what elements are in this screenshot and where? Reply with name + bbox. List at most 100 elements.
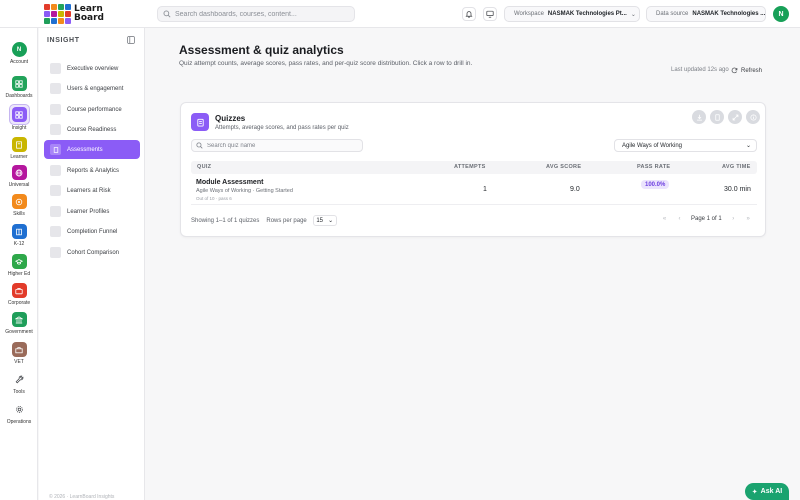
last-page-icon[interactable]: » xyxy=(745,214,752,223)
chevron-down-icon: ⌄ xyxy=(328,218,334,224)
sidebar-footer: © 2026 · LearnBoard Insights xyxy=(49,494,115,500)
sidebar-item-assessments[interactable]: Assessments xyxy=(44,140,140,159)
pagination: « ‹ Page 1 of 1 › » xyxy=(661,214,752,223)
sidebar-item-label: Course Readiness xyxy=(67,126,117,133)
export-button[interactable] xyxy=(710,110,724,124)
global-search-input[interactable] xyxy=(175,10,345,18)
last-updated: Last updated 12s ago xyxy=(671,67,729,73)
workspace-label: Workspace xyxy=(514,11,544,17)
rail-item-k12[interactable]: K-12 xyxy=(0,224,38,247)
sidebar-heading: INSIGHT xyxy=(47,37,80,44)
next-page-icon[interactable]: › xyxy=(730,214,737,223)
rail-item-operations[interactable]: Operations xyxy=(0,402,38,425)
datasource-selector[interactable]: Data source NASMAK Technologies ... xyxy=(646,6,766,22)
rail-item-government[interactable]: Government xyxy=(0,312,38,335)
first-page-icon[interactable]: « xyxy=(661,214,668,223)
monitor-icon xyxy=(486,10,494,18)
pass-rate-badge: 100.0% xyxy=(641,180,670,189)
display-button[interactable] xyxy=(483,7,497,21)
expand-button[interactable] xyxy=(728,110,742,124)
grad-cap-icon xyxy=(11,254,27,269)
report-icon xyxy=(50,165,61,176)
col-attempts[interactable]: ATTEMPTS xyxy=(454,164,486,170)
avg-time-value: 30.0 min xyxy=(724,186,751,193)
quiz-name: Module Assessment xyxy=(196,179,264,186)
rail-item-vet[interactable]: VET xyxy=(0,342,38,365)
sidebar-item-learners-at-risk[interactable]: Learners at Risk xyxy=(44,181,140,200)
sidebar-item-reports-analytics[interactable]: Reports & Analytics xyxy=(44,161,140,180)
rail-label: Dashboards xyxy=(5,93,33,99)
rail-item-learner[interactable]: Learner xyxy=(0,137,38,160)
sidebar-item-executive-overview[interactable]: Executive overview xyxy=(44,59,140,78)
ask-ai-label: Ask AI xyxy=(760,488,783,495)
rows-per-page-select[interactable]: 15 ⌄ xyxy=(312,215,337,226)
chevron-down-icon: ⌄ xyxy=(630,11,636,18)
collapse-sidebar-icon[interactable] xyxy=(127,36,135,44)
section-sidebar: INSIGHT Executive overview Users & engag… xyxy=(39,28,145,500)
course-select[interactable]: Agile Ways of Working ⌄ xyxy=(614,139,757,152)
col-avg-time[interactable]: AVG TIME xyxy=(722,164,751,170)
star-icon xyxy=(11,194,27,209)
global-search[interactable] xyxy=(157,6,355,22)
app-logo[interactable]: Learn Board xyxy=(44,4,104,24)
sidebar-item-label: Executive overview xyxy=(67,65,119,72)
quiz-meta: Out of 10 · pass 6 xyxy=(196,196,232,201)
col-avg-score[interactable]: AVG SCORE xyxy=(546,164,581,170)
quiz-course: Agile Ways of Working · Getting Started xyxy=(196,188,293,194)
sparkle-icon: ✦ xyxy=(751,488,758,496)
table-header: QUIZ ATTEMPTS AVG SCORE PASS RATE AVG TI… xyxy=(191,161,757,174)
col-quiz[interactable]: QUIZ xyxy=(197,164,211,170)
showing-count: Showing 1–1 of 1 quizzes xyxy=(191,217,260,224)
workspace-value: NASMAK Technologies Pt... xyxy=(547,11,627,17)
toolbox-icon xyxy=(11,342,27,357)
user-avatar[interactable]: N xyxy=(773,6,789,22)
sidebar-item-label: Completion Funnel xyxy=(67,228,118,235)
workspace-selector[interactable]: Workspace NASMAK Technologies Pt... ⌄ xyxy=(504,6,640,22)
rail-item-universal[interactable]: Universal xyxy=(0,165,38,188)
app-rail: N Account Dashboards Insight Learner Uni… xyxy=(0,28,38,500)
rail-label: VET xyxy=(14,359,24,365)
refresh-icon xyxy=(731,67,738,74)
refresh-button[interactable]: Refresh xyxy=(731,64,762,77)
attempts-value: 1 xyxy=(483,186,487,193)
expand-icon xyxy=(732,114,738,120)
sidebar-item-cohort-comparison[interactable]: Cohort Comparison xyxy=(44,243,140,262)
rail-item-higher-ed[interactable]: Higher Ed xyxy=(0,254,38,277)
sidebar-item-completion-funnel[interactable]: Completion Funnel xyxy=(44,222,140,241)
sidebar-item-course-performance[interactable]: Course performance xyxy=(44,100,140,119)
rail-item-account[interactable]: N Account xyxy=(0,42,38,65)
info-button[interactable] xyxy=(746,110,760,124)
table-row[interactable]: Module Assessment Agile Ways of Working … xyxy=(191,177,757,205)
avg-score-value: 9.0 xyxy=(570,186,580,193)
page-title: Assessment & quiz analytics xyxy=(179,43,344,57)
assessment-icon xyxy=(50,144,61,155)
briefcase-icon xyxy=(11,283,27,298)
col-pass-rate[interactable]: PASS RATE xyxy=(637,164,670,170)
rail-item-insight[interactable]: Insight xyxy=(0,104,38,131)
sidebar-item-users-engagement[interactable]: Users & engagement xyxy=(44,79,140,98)
rail-item-corporate[interactable]: Corporate xyxy=(0,283,38,306)
sidebar-item-learner-profiles[interactable]: Learner Profiles xyxy=(44,202,140,221)
prev-page-icon[interactable]: ‹ xyxy=(676,214,683,223)
ask-ai-button[interactable]: ✦ Ask AI xyxy=(745,483,789,500)
sidebar-item-course-readiness[interactable]: Course Readiness xyxy=(44,120,140,139)
rail-label: K-12 xyxy=(13,241,25,247)
course-icon xyxy=(50,104,61,115)
quiz-search-input[interactable] xyxy=(207,142,357,149)
school-icon xyxy=(11,224,27,239)
rail-active-frame xyxy=(8,104,30,125)
clipboard-icon xyxy=(191,113,209,131)
page-description: Quiz attempt counts, average scores, pas… xyxy=(179,60,473,67)
rail-item-skills[interactable]: Skills xyxy=(0,194,38,217)
download-button[interactable] xyxy=(692,110,706,124)
users-icon xyxy=(50,83,61,94)
rail-item-tools[interactable]: Tools xyxy=(0,372,38,395)
book-icon xyxy=(11,137,27,152)
rail-label: Government xyxy=(5,329,33,335)
rail-item-dashboards[interactable]: Dashboards xyxy=(0,76,38,99)
info-icon xyxy=(749,113,757,121)
pagination-info: Showing 1–1 of 1 quizzes Rows per page 1… xyxy=(191,215,337,226)
datasource-value: NASMAK Technologies ... xyxy=(692,11,766,17)
quiz-search[interactable] xyxy=(191,139,363,152)
notifications-button[interactable] xyxy=(462,7,476,21)
